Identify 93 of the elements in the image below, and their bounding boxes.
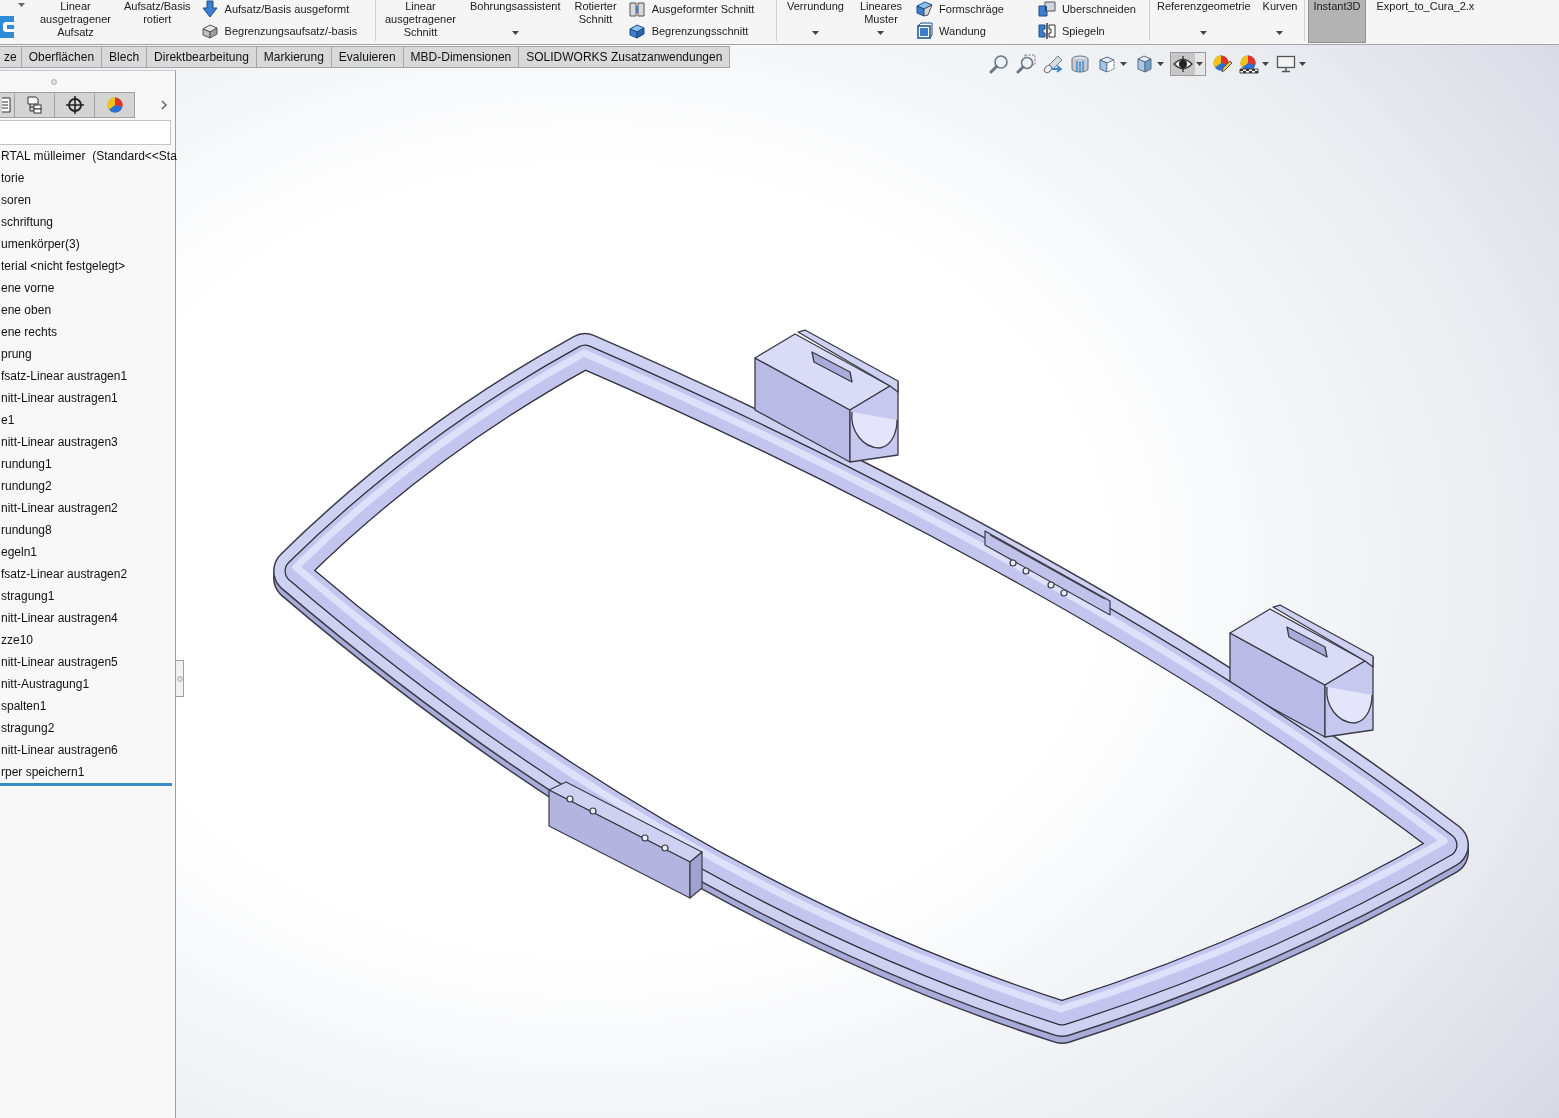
ribbon-button[interactable]: Wandung — [915, 22, 1004, 40]
mirror-icon — [1037, 22, 1056, 40]
caret-icon[interactable] — [1157, 62, 1164, 66]
list-icon — [2, 97, 11, 113]
intersect-icon — [1037, 0, 1056, 18]
ribbon-button[interactable]: Kurven — [1259, 0, 1301, 40]
tree-item[interactable]: prung — [0, 343, 175, 365]
ribbon-button[interactable]: Uberschneiden — [1037, 0, 1136, 18]
command-tab[interactable]: Markierung — [255, 46, 332, 68]
down-arrow-icon — [200, 0, 219, 18]
ribbon-button[interactable]: Begrenzungsschnitt — [627, 22, 755, 40]
ribbon-button[interactable]: Begrenzungsaufsatz/-basis — [200, 22, 358, 40]
ribbon-button[interactable]: Export_to_Cura_2.x — [1373, 0, 1478, 14]
ribbon-button[interactable]: Referenzgeometrie — [1154, 0, 1254, 40]
caret-icon[interactable] — [18, 3, 25, 7]
command-tab[interactable]: Evaluieren — [330, 46, 404, 68]
tree-item[interactable]: torie — [0, 167, 175, 189]
panel-tab[interactable] — [55, 92, 95, 118]
command-tab[interactable]: SOLIDWORKS Zusatzanwendungen — [518, 46, 731, 68]
tree-item[interactable]: nitt-Linear austragen4 — [0, 607, 175, 629]
cylinder-section-icon[interactable] — [1070, 54, 1090, 74]
tree-item[interactable]: rundung1 — [0, 453, 175, 475]
ribbon-button[interactable]: Aufsatz/Basis rotiert — [120, 0, 194, 27]
tree-item[interactable]: RTAL mülleimer (Standard<<Sta — [0, 145, 175, 167]
tree-item[interactable]: stragung2 — [0, 717, 175, 739]
caret-icon[interactable] — [1262, 62, 1269, 66]
cut-shape-icon — [627, 0, 646, 18]
flashlight-arrow-icon[interactable] — [1043, 54, 1063, 74]
command-tab[interactable]: ze — [0, 46, 22, 68]
tile-icon[interactable] — [0, 16, 14, 38]
monitor-icon[interactable] — [1276, 54, 1296, 74]
panel-tab[interactable] — [15, 92, 55, 118]
command-tab[interactable]: Direktbearbeitung — [146, 46, 257, 68]
tree-item[interactable]: e1 — [0, 409, 175, 431]
tree-item[interactable]: egeln1 — [0, 541, 175, 563]
ribbon-button[interactable]: Rotierter Schnitt — [571, 0, 620, 27]
magnifier-box-icon[interactable] — [1016, 54, 1036, 74]
ribbon-button[interactable]: Bohrungsassistent — [466, 0, 564, 40]
filter-field[interactable] — [0, 120, 171, 145]
tree-item[interactable]: rundung2 — [0, 475, 175, 497]
tree-item[interactable]: rper speichern1 — [0, 761, 175, 783]
tree-item[interactable]: soren — [0, 189, 175, 211]
brick-icon — [627, 22, 646, 40]
eye-icon[interactable] — [1173, 54, 1193, 74]
tree-item[interactable]: fsatz-Linear austragen1 — [0, 365, 175, 387]
caret-icon[interactable] — [1196, 62, 1203, 66]
tree-item[interactable]: nitt-Linear austragen2 — [0, 497, 175, 519]
panel-collapse-handle[interactable] — [176, 660, 184, 697]
tree-item[interactable]: zze10 — [0, 629, 175, 651]
grip-dot-icon[interactable] — [51, 78, 57, 85]
color-ball-pencil-icon[interactable] — [1212, 54, 1232, 74]
command-tab[interactable]: Oberflächen — [20, 46, 103, 68]
tree-item[interactable]: schriftung — [0, 211, 175, 233]
tree-item[interactable]: rundung8 — [0, 519, 175, 541]
crosshair-icon — [65, 96, 84, 114]
property-tree-icon — [26, 96, 43, 114]
command-tab[interactable]: Blech — [101, 46, 148, 68]
ribbon-button[interactable]: Aufsatz/Basis ausgeformt — [200, 0, 358, 18]
ribbon-button[interactable]: Formschräge — [915, 0, 1004, 18]
tree-item[interactable]: ene oben — [0, 299, 175, 321]
toggle-button[interactable]: Instant3D — [1308, 0, 1366, 43]
ribbon-button[interactable]: Ausgeformter Schnitt — [627, 0, 755, 18]
tree-item[interactable]: ene vorne — [0, 277, 175, 299]
tree-item[interactable]: spalten1 — [0, 695, 175, 717]
brick-icon — [200, 22, 219, 40]
cube-icon[interactable] — [1097, 54, 1117, 74]
magnifier-icon[interactable] — [989, 54, 1009, 74]
tree-item[interactable]: nitt-Linear austragen1 — [0, 387, 175, 409]
tree-item[interactable]: nitt-Linear austragen5 — [0, 651, 175, 673]
chevron-right-icon[interactable] — [161, 100, 167, 110]
ribbon-button[interactable]: Spiegeln — [1037, 22, 1136, 40]
tree-item[interactable]: terial <nicht festgelegt> — [0, 255, 175, 277]
wedge-icon — [915, 0, 934, 18]
command-tab[interactable]: MBD-Dimensionen — [402, 46, 520, 68]
caret-icon[interactable] — [1120, 62, 1127, 66]
shaded-cube-icon[interactable] — [1134, 54, 1154, 74]
ribbon-button[interactable]: Lineares Muster — [856, 0, 906, 40]
tree-item[interactable]: nitt-Linear austragen6 — [0, 739, 175, 761]
ribbon-button[interactable]: Linear ausgetragener Aufsatz — [37, 0, 114, 40]
color-ball-scene-icon[interactable] — [1239, 54, 1259, 74]
caret-icon[interactable] — [1299, 62, 1306, 66]
tree-item[interactable]: nitt-Austragung1 — [0, 673, 175, 695]
ribbon-button[interactable]: Linear ausgetragener Schnitt — [382, 0, 459, 40]
ribbon-button[interactable]: Verrundung — [784, 0, 847, 40]
grip-dot-icon — [176, 675, 183, 682]
hollow-box-icon — [915, 22, 934, 40]
tree-item[interactable]: stragung1 — [0, 585, 175, 607]
tree-item[interactable]: umenkörper(3) — [0, 233, 175, 255]
toggle-button[interactable] — [1170, 52, 1206, 76]
tree-item[interactable]: ene rechts — [0, 321, 175, 343]
tree-item[interactable]: nitt-Linear austragen3 — [0, 431, 175, 453]
tree-item[interactable]: fsatz-Linear austragen2 — [0, 563, 175, 585]
color-wheel-icon — [105, 96, 124, 114]
